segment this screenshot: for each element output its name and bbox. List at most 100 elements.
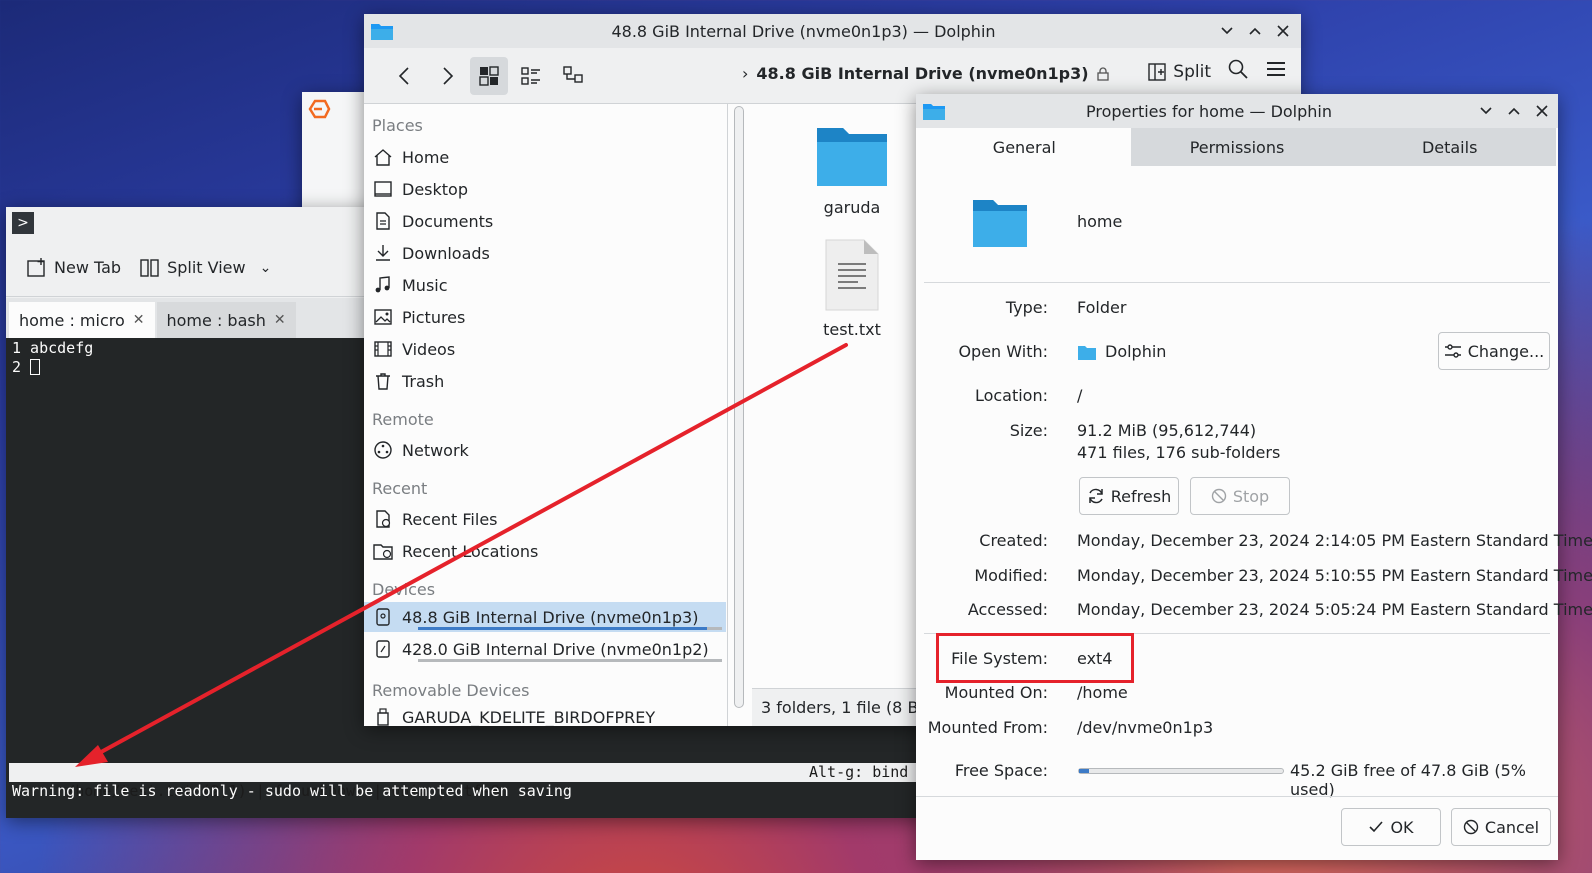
new-tab-button[interactable]: New Tab — [26, 257, 121, 279]
icons-view-button[interactable] — [470, 56, 508, 95]
split-label: Split — [1173, 61, 1211, 82]
list-view-icon — [521, 66, 540, 85]
details-view-button[interactable] — [554, 57, 592, 95]
breadcrumb-current[interactable]: 48.8 GiB Internal Drive (nvme0n1p3) — [756, 64, 1088, 83]
hamburger-menu-icon — [1267, 62, 1285, 76]
refresh-button[interactable]: Refresh — [1079, 477, 1179, 515]
maximize-button[interactable] — [1500, 97, 1528, 125]
section-removable: Removable Devices — [372, 681, 530, 700]
tab-general[interactable]: General — [918, 128, 1131, 166]
created-value: Monday, December 23, 2024 2:14:05 PM Eas… — [1077, 531, 1592, 550]
trash-icon — [372, 371, 394, 391]
place-recent-files[interactable]: Recent Files — [364, 504, 726, 534]
mounted-on-label: Mounted On: — [944, 683, 1048, 702]
cancel-button[interactable]: Cancel — [1451, 808, 1551, 846]
open-with-app: Dolphin — [1105, 342, 1167, 361]
places-scrollbar[interactable] — [734, 106, 744, 708]
properties-titlebar: Properties for home — Dolphin — [916, 94, 1558, 128]
annotation-highlight-box — [936, 633, 1134, 683]
device-label: 428.0 GiB Internal Drive (nvme0n1p2) — [402, 639, 709, 659]
tab-details[interactable]: Details — [1343, 128, 1556, 166]
place-label: Documents — [402, 211, 494, 231]
minimize-button[interactable] — [1213, 17, 1241, 45]
compact-view-button[interactable] — [512, 57, 550, 95]
place-label: Desktop — [402, 179, 468, 199]
accessed-value: Monday, December 23, 2024 5:05:24 PM Eas… — [1077, 600, 1592, 619]
text-file-icon — [825, 239, 879, 311]
change-button[interactable]: Change... — [1438, 332, 1550, 370]
file-item-folder[interactable]: garuda — [800, 122, 904, 217]
new-tab-icon — [27, 257, 45, 277]
place-trash[interactable]: Trash — [364, 366, 726, 396]
device-removable-usb[interactable]: GARUDA_KDELITE_BIRDOFPREY — [364, 702, 726, 726]
download-icon — [372, 243, 394, 263]
search-button[interactable] — [1227, 58, 1249, 85]
music-icon — [372, 275, 394, 295]
type-value: Folder — [1077, 298, 1127, 317]
location-value: / — [1077, 386, 1083, 405]
place-network[interactable]: Network — [364, 435, 726, 465]
place-videos[interactable]: Videos — [364, 334, 726, 364]
ok-label: OK — [1390, 817, 1414, 837]
stop-icon — [1211, 488, 1227, 504]
close-icon[interactable]: ✕ — [274, 312, 286, 328]
new-tab-label: New Tab — [54, 258, 122, 277]
place-desktop[interactable]: Desktop — [364, 174, 726, 204]
place-documents[interactable]: Documents — [364, 206, 726, 236]
menu-button[interactable] — [1265, 59, 1287, 84]
back-button[interactable] — [386, 57, 424, 95]
device-nvme0n1p3[interactable]: 48.8 GiB Internal Drive (nvme0n1p3) — [364, 602, 726, 632]
minimize-button[interactable] — [1472, 97, 1500, 125]
checkmark-icon — [1369, 821, 1384, 833]
file-name: test.txt — [823, 320, 881, 339]
split-view-label: Split View — [167, 258, 246, 277]
chevron-up-icon — [1508, 107, 1520, 115]
chevron-down-icon — [1480, 107, 1492, 115]
accessed-label: Accessed: — [967, 600, 1048, 619]
file-item-text[interactable]: test.txt — [800, 238, 904, 339]
split-view-button[interactable]: Split View ⌄ — [139, 257, 271, 279]
mounted-from-value: /dev/nvme0n1p3 — [1077, 718, 1214, 737]
stop-button[interactable]: Stop — [1190, 477, 1290, 515]
close-button[interactable] — [1528, 97, 1556, 125]
network-icon — [372, 440, 394, 460]
toolbar-right: Split — [1147, 58, 1287, 85]
size-detail: 471 files, 176 sub-folders — [1077, 443, 1281, 462]
forward-button[interactable] — [428, 57, 466, 95]
ok-button[interactable]: OK — [1341, 808, 1441, 846]
created-label: Created: — [979, 531, 1048, 550]
split-view-icon — [140, 258, 159, 277]
tab-home-bash[interactable]: home : bash ✕ — [156, 302, 296, 338]
place-recent-locations[interactable]: Recent Locations — [364, 536, 726, 566]
change-label: Change... — [1467, 341, 1545, 361]
documents-icon — [372, 211, 394, 231]
type-label: Type: — [1005, 298, 1048, 317]
tab-home-micro[interactable]: home : micro ✕ — [9, 302, 155, 338]
usb-drive-icon — [372, 707, 394, 726]
folder-app-icon — [923, 104, 945, 120]
tab-permissions[interactable]: Permissions — [1131, 128, 1344, 166]
place-pictures[interactable]: Pictures — [364, 302, 726, 332]
free-space-label: Free Space: — [954, 761, 1048, 780]
breadcrumb[interactable]: › 48.8 GiB Internal Drive (nvme0n1p3) — [742, 64, 1109, 83]
split-icon — [1148, 62, 1166, 81]
modified-label: Modified: — [974, 566, 1048, 585]
desktop-icon — [372, 179, 394, 199]
close-icon[interactable]: ✕ — [133, 312, 145, 328]
refresh-icon — [1089, 488, 1103, 504]
place-label: Recent Files — [402, 509, 498, 529]
free-space-bar — [1078, 768, 1284, 774]
close-button[interactable] — [1269, 17, 1297, 45]
device-nvme0n1p2[interactable]: 428.0 GiB Internal Drive (nvme0n1p2) — [364, 634, 726, 664]
place-downloads[interactable]: Downloads — [364, 238, 726, 268]
maximize-button[interactable] — [1241, 17, 1269, 45]
chevron-down-icon[interactable]: ⌄ — [260, 260, 272, 276]
arrow-right-icon — [443, 66, 454, 85]
place-music[interactable]: Music — [364, 270, 726, 300]
folder-icon — [973, 200, 1027, 247]
videos-icon — [372, 339, 394, 359]
dialog-title: Properties for home — Dolphin — [1086, 101, 1332, 121]
place-home[interactable]: Home — [364, 142, 726, 172]
split-button[interactable]: Split — [1147, 62, 1211, 82]
open-with-label: Open With: — [958, 342, 1048, 361]
